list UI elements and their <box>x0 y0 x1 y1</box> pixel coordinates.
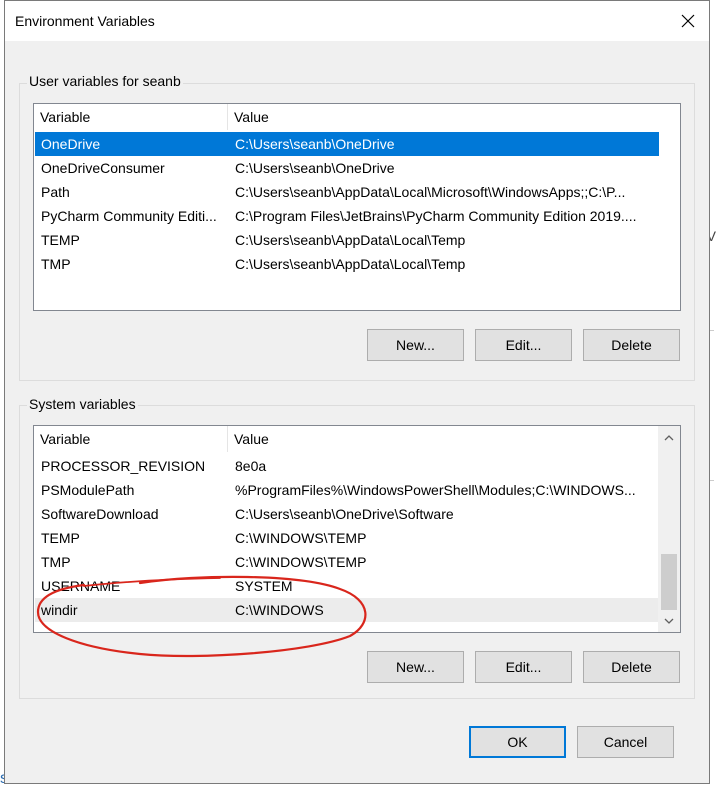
variable-name-cell: PyCharm Community Editi... <box>41 208 217 224</box>
system-new-button[interactable]: New... <box>367 651 464 683</box>
system-variables-label: System variables <box>27 396 138 412</box>
variable-value-cell: SYSTEM <box>235 578 293 594</box>
scroll-up-button[interactable] <box>658 429 680 447</box>
variable-name-cell: USERNAME <box>41 578 121 594</box>
chevron-up-icon <box>664 435 674 441</box>
variable-name-cell: OneDrive <box>41 136 101 152</box>
variable-name-cell: SoftwareDownload <box>41 506 159 522</box>
system-delete-button[interactable]: Delete <box>583 651 680 683</box>
user-variable-row[interactable]: TMP C:\Users\seanb\AppData\Local\Temp <box>35 252 659 276</box>
variable-value-cell: 8e0a <box>235 458 267 474</box>
system-variable-row[interactable]: PSModulePath %ProgramFiles%\WindowsPowerS… <box>35 478 659 502</box>
system-variables-list[interactable]: Variable Value PROCESSOR_REVISION 8e0a PSM… <box>33 425 681 633</box>
value-column-header[interactable]: Value <box>228 426 658 452</box>
variable-name-cell: windir <box>41 602 78 618</box>
cancel-button[interactable]: Cancel <box>577 726 674 758</box>
variable-value-cell: %ProgramFiles%\WindowsPowerShell\Modules… <box>235 482 636 498</box>
system-variable-row[interactable]: TEMP C:\WINDOWS\TEMP <box>35 526 659 550</box>
system-variable-row[interactable]: TMP C:\WINDOWS\TEMP <box>35 550 659 574</box>
system-variable-row[interactable]: PROCESSOR_REVISION 8e0a <box>35 454 659 478</box>
user-variables-label: User variables for seanb <box>27 73 183 89</box>
user-variable-row[interactable]: Path C:\Users\seanb\AppData\Local\Microso… <box>35 180 659 204</box>
user-variable-row[interactable]: OneDriveConsumer C:\Users\seanb\OneDrive <box>35 156 659 180</box>
ok-button[interactable]: OK <box>469 726 566 758</box>
variable-value-cell: C:\Users\seanb\AppData\Local\Microsoft\W… <box>235 184 626 200</box>
title-bar[interactable]: Environment Variables <box>5 1 709 41</box>
user-new-button[interactable]: New... <box>367 329 464 361</box>
variable-value-cell: C:\Users\seanb\OneDrive <box>235 160 395 176</box>
user-variable-row[interactable]: PyCharm Community Editi... C:\Program Fil… <box>35 204 659 228</box>
value-column-header[interactable]: Value <box>228 104 668 130</box>
variable-name-cell: TMP <box>41 554 71 570</box>
variable-name-cell: TEMP <box>41 530 80 546</box>
user-variable-row[interactable]: TEMP C:\Users\seanb\AppData\Local\Temp <box>35 228 659 252</box>
close-button[interactable] <box>671 5 705 37</box>
system-list-scrollbar[interactable] <box>658 426 680 632</box>
user-variables-list[interactable]: Variable Value OneDrive C:\Users\seanb\On… <box>33 103 681 311</box>
user-edit-button[interactable]: Edit... <box>475 329 572 361</box>
variable-name-cell: PSModulePath <box>41 482 135 498</box>
variable-value-cell: C:\Users\seanb\OneDrive <box>235 136 395 152</box>
variable-name-cell: OneDriveConsumer <box>41 160 165 176</box>
system-edit-button[interactable]: Edit... <box>475 651 572 683</box>
variable-name-cell: TEMP <box>41 232 80 248</box>
scroll-down-button[interactable] <box>658 612 680 630</box>
system-list-header: Variable Value <box>34 426 658 452</box>
variable-name-cell: TMP <box>41 256 71 272</box>
variable-value-cell: C:\WINDOWS <box>235 602 324 618</box>
variable-value-cell: C:\Program Files\JetBrains\PyCharm Commu… <box>235 208 637 224</box>
user-variable-row[interactable]: OneDrive C:\Users\seanb\OneDrive <box>35 132 659 156</box>
variable-name-cell: Path <box>41 184 70 200</box>
user-list-header: Variable Value <box>34 104 680 130</box>
dialog-title: Environment Variables <box>15 13 155 29</box>
environment-variables-dialog: Environment Variables User variables for… <box>4 0 710 784</box>
user-delete-button[interactable]: Delete <box>583 329 680 361</box>
variable-value-cell: C:\Users\seanb\AppData\Local\Temp <box>235 232 466 248</box>
system-variable-row[interactable]: SoftwareDownload C:\Users\seanb\OneDrive\… <box>35 502 659 526</box>
system-variable-row[interactable]: USERNAME SYSTEM <box>35 574 659 598</box>
variable-column-header[interactable]: Variable <box>34 426 228 452</box>
variable-value-cell: C:\WINDOWS\TEMP <box>235 530 367 546</box>
variable-value-cell: C:\Users\seanb\AppData\Local\Temp <box>235 256 466 272</box>
system-variable-row[interactable]: windir C:\WINDOWS <box>35 598 659 622</box>
variable-value-cell: C:\WINDOWS\TEMP <box>235 554 367 570</box>
variable-name-cell: PROCESSOR_REVISION <box>41 458 206 474</box>
variable-column-header[interactable]: Variable <box>34 104 228 130</box>
variable-value-cell: C:\Users\seanb\OneDrive\Software <box>235 506 454 522</box>
scroll-thumb[interactable] <box>661 554 677 610</box>
chevron-down-icon <box>664 618 674 624</box>
close-icon <box>681 14 695 28</box>
